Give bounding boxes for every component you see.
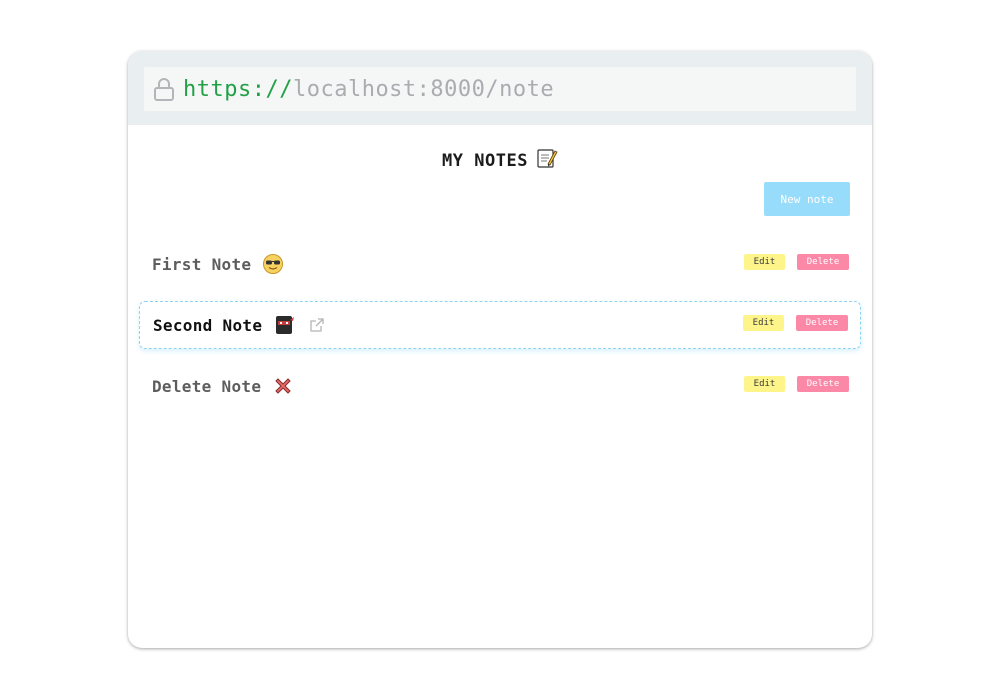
- note-actions: Edit Delete: [744, 376, 849, 392]
- url-path: localhost:8000/note: [292, 76, 555, 102]
- note-row-selected[interactable]: Second Note Edit Delete: [139, 301, 861, 349]
- url-text[interactable]: https://localhost:8000/note: [183, 77, 554, 102]
- delete-button[interactable]: Delete: [797, 376, 849, 392]
- cross-mark-icon: [272, 375, 294, 397]
- note-actions: Edit Delete: [743, 315, 848, 331]
- edit-button[interactable]: Edit: [743, 315, 784, 331]
- notes-page: MY NOTES New note First Note Edit Delete…: [128, 125, 872, 648]
- delete-button[interactable]: Delete: [796, 315, 848, 331]
- external-link-icon[interactable]: [309, 317, 325, 333]
- ninja-icon: [273, 314, 295, 336]
- address-bar[interactable]: https://localhost:8000/note: [144, 67, 856, 111]
- browser-toolbar: https://localhost:8000/note: [128, 51, 872, 125]
- edit-button[interactable]: Edit: [744, 254, 785, 270]
- edit-button[interactable]: Edit: [744, 376, 785, 392]
- sunglasses-face-icon: [262, 253, 284, 275]
- lock-icon: [154, 78, 174, 101]
- note-row[interactable]: First Note Edit Delete: [139, 240, 861, 288]
- note-row[interactable]: Delete Note Edit Delete: [139, 362, 861, 410]
- memo-icon: [536, 147, 558, 174]
- browser-window: https://localhost:8000/note MY NOTES New…: [128, 51, 872, 648]
- new-note-button[interactable]: New note: [764, 182, 850, 216]
- note-title[interactable]: Delete Note: [152, 377, 261, 396]
- url-scheme: https://: [183, 76, 293, 102]
- note-title[interactable]: First Note: [152, 255, 251, 274]
- page-title-text: MY NOTES: [442, 151, 528, 171]
- delete-button[interactable]: Delete: [797, 254, 849, 270]
- note-title[interactable]: Second Note: [153, 316, 262, 335]
- note-actions: Edit Delete: [744, 254, 849, 270]
- page-title: MY NOTES: [128, 147, 872, 174]
